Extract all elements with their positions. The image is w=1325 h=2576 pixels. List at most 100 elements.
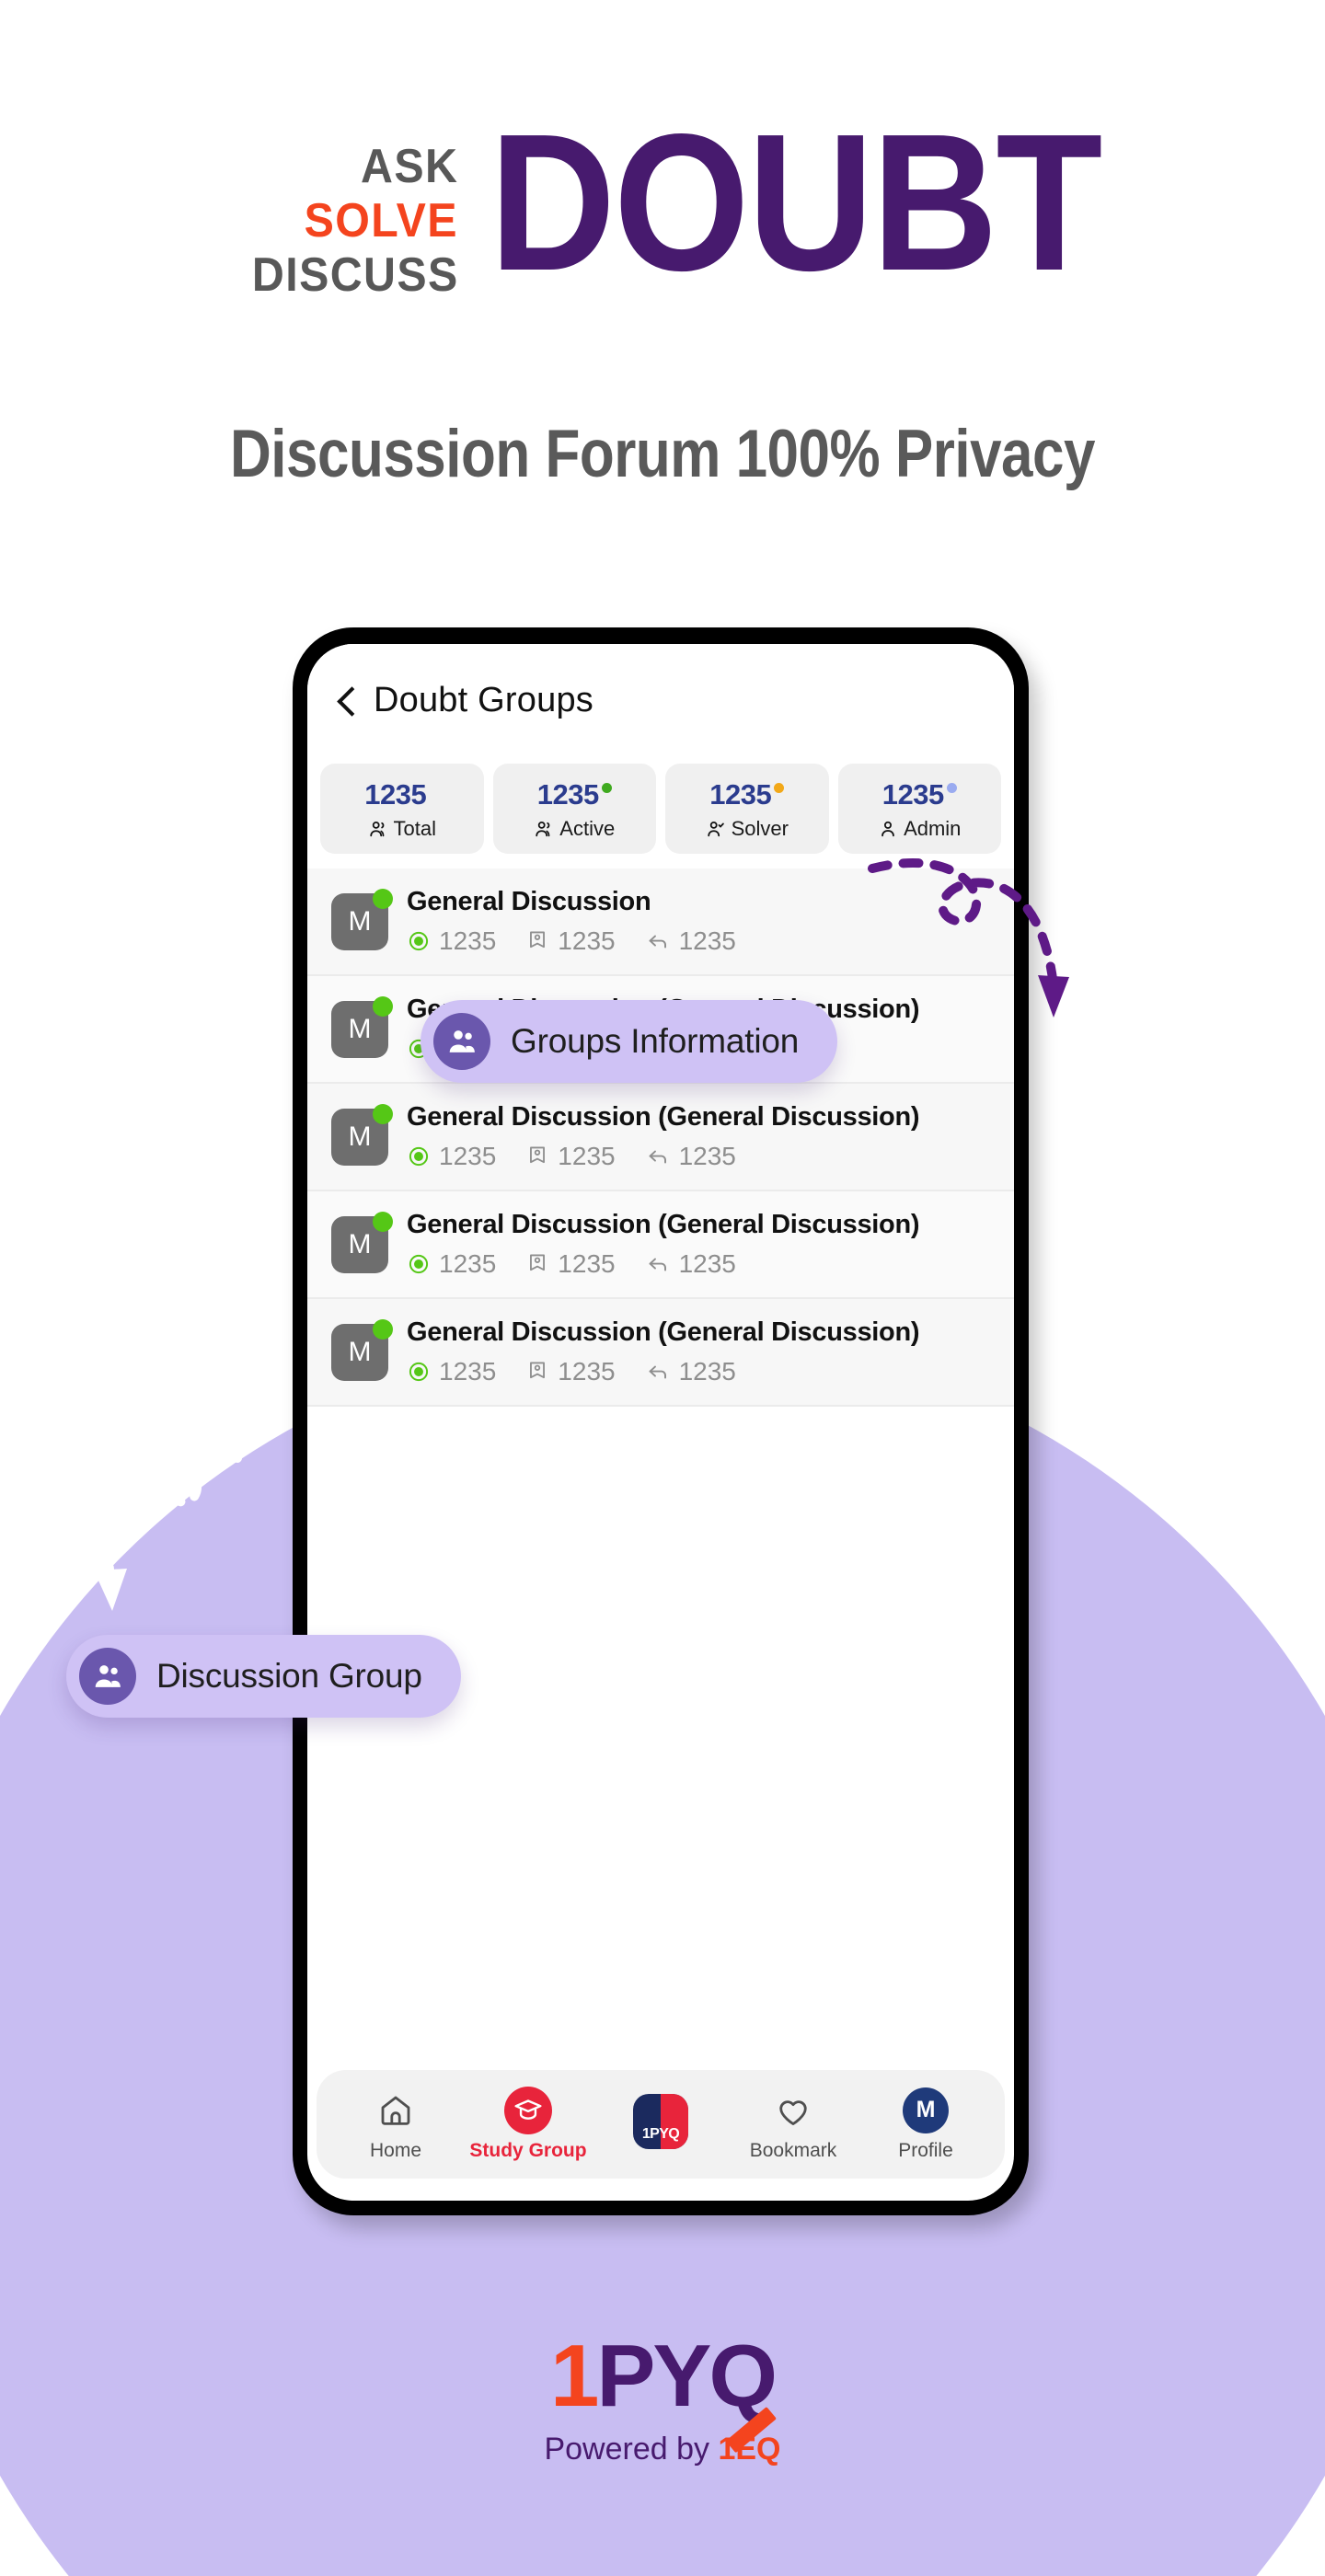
- member-count-value: 1235: [558, 1249, 616, 1278]
- powered-by-prefix: Powered by: [544, 2432, 719, 2467]
- list-empty-space: [307, 1407, 1014, 2070]
- stat-label: Active: [559, 817, 616, 840]
- users-icon: [433, 1013, 490, 1070]
- nav-item-profile[interactable]: M Profile: [859, 2087, 992, 2162]
- online-presence-dot: [373, 1318, 393, 1340]
- bottom-navigation: Home Study Group 1PYQ Bookmark M Profile: [317, 2070, 1005, 2179]
- app-bar: Doubt Groups: [307, 644, 1014, 756]
- group-title: General Discussion (General Discussion): [407, 1210, 920, 1239]
- row-main: General Discussion (General Discussion) …: [407, 1102, 990, 1171]
- table-row[interactable]: M General Discussion (General Discussion…: [307, 1299, 1014, 1407]
- stat-value-row: 1235: [326, 778, 478, 811]
- users-icon: [79, 1648, 136, 1705]
- reply-arrow-icon: [649, 935, 666, 949]
- callout-label: Groups Information: [511, 1022, 800, 1060]
- avatar-icon: M: [903, 2087, 949, 2133]
- member-badge-icon: [530, 1362, 546, 1379]
- avatar-wrap: M: [331, 1103, 393, 1166]
- reply-count-value: 1235: [678, 926, 736, 955]
- logo-pyq-text: PYQ: [596, 2332, 778, 2454]
- stat-card-total[interactable]: 1235 Total: [320, 764, 484, 854]
- nav-item-study-group[interactable]: Study Group: [462, 2086, 594, 2162]
- online-count: 1235: [407, 1249, 496, 1279]
- user-icon: [881, 821, 894, 837]
- users-icon: [369, 821, 384, 837]
- stat-card-active[interactable]: 1235 Active: [492, 764, 656, 854]
- callout-discussion-group[interactable]: Discussion Group: [66, 1635, 461, 1718]
- reply-count: 1235: [645, 926, 736, 956]
- group-meta: 1235 1235 1235: [407, 1142, 990, 1171]
- user-check-icon: [707, 821, 724, 837]
- chevron-left-icon[interactable]: [333, 688, 357, 712]
- avatar-wrap: M: [331, 995, 393, 1058]
- stat-label-row: Admin: [844, 817, 997, 841]
- headline-doubt: DOUBT: [490, 94, 1102, 312]
- status-dot: [774, 783, 785, 793]
- avatar-wrap: M: [331, 1211, 393, 1273]
- graduation-cap-icon: [504, 2086, 552, 2134]
- radio-dot-icon: [409, 1362, 429, 1382]
- stat-label: Admin: [904, 817, 962, 840]
- member-count-value: 1235: [558, 1142, 616, 1170]
- online-presence-dot: [373, 1211, 393, 1232]
- powered-by-line: Powered by 1EQ: [0, 2432, 1325, 2467]
- nav-label: Bookmark: [749, 2139, 837, 2161]
- online-count-value: 1235: [439, 1142, 497, 1170]
- footer-branding: 1 PYQ Powered by 1EQ: [0, 2332, 1325, 2467]
- dashed-arrow-left: [94, 1449, 242, 1611]
- member-badge-icon: [530, 1254, 546, 1271]
- stat-card-admin[interactable]: 1235 Admin: [837, 764, 1001, 854]
- group-title: General Discussion (General Discussion): [407, 1317, 920, 1347]
- avatar-wrap: M: [331, 888, 393, 950]
- page-title: Doubt Groups: [374, 680, 593, 719]
- headline-line-ask: ASK: [360, 140, 459, 193]
- stat-value: 1235: [881, 778, 944, 811]
- avatar-wrap: M: [331, 1318, 393, 1381]
- online-count: 1235: [407, 1142, 496, 1171]
- stat-value: 1235: [709, 778, 772, 811]
- stat-label-row: Solver: [671, 817, 824, 841]
- reply-arrow-icon: [649, 1258, 666, 1271]
- stat-label-row: Active: [499, 817, 651, 841]
- group-meta: 1235 1235 1235: [407, 1249, 990, 1279]
- group-meta: 1235 1235 1235: [407, 1357, 990, 1386]
- 1pyq-wordmark: 1 PYQ: [549, 2327, 778, 2454]
- stat-value: 1235: [536, 778, 599, 811]
- table-row[interactable]: M General Discussion (General Discussion…: [307, 1191, 1014, 1299]
- row-main: General Discussion (General Discussion) …: [407, 1317, 990, 1386]
- member-count: 1235: [525, 1357, 616, 1386]
- stat-label-row: Total: [326, 817, 478, 841]
- online-presence-dot: [373, 995, 393, 1017]
- radio-dot-icon: [409, 1146, 429, 1167]
- subheadline: Discussion Forum 100% Privacy: [229, 417, 1096, 492]
- stat-value-row: 1235: [671, 778, 824, 811]
- reply-count-value: 1235: [678, 1249, 736, 1278]
- member-badge-icon: [530, 931, 546, 949]
- 1pyq-logo-text: 1PYQ: [641, 2125, 680, 2142]
- stat-value-row: 1235: [844, 778, 997, 811]
- member-count: 1235: [525, 926, 616, 956]
- member-count-value: 1235: [558, 1357, 616, 1386]
- status-dot: [601, 783, 612, 793]
- logo-digit-one: 1: [549, 2327, 599, 2425]
- online-count-value: 1235: [439, 1249, 497, 1278]
- dashed-arrow-right: [868, 857, 1069, 1018]
- online-presence-dot: [373, 1103, 393, 1124]
- radio-dot-icon: [409, 1254, 429, 1274]
- stat-value-row: 1235: [499, 778, 651, 811]
- stat-card-solver[interactable]: 1235 Solver: [665, 764, 829, 854]
- headline-word-stack: ASK SOLVE DISCUSS: [236, 127, 459, 306]
- nav-item-bookmark[interactable]: Bookmark: [727, 2087, 859, 2162]
- promo-page: ASK SOLVE DISCUSS DOUBT Discussion Forum…: [0, 0, 1325, 2576]
- table-row[interactable]: M General Discussion (General Discussion…: [307, 1084, 1014, 1191]
- nav-item-home[interactable]: Home: [329, 2087, 462, 2162]
- callout-groups-information[interactable]: Groups Information: [421, 1000, 838, 1083]
- nav-item-1pyq-home[interactable]: 1PYQ: [594, 2093, 727, 2151]
- stat-label: Solver: [731, 817, 789, 840]
- reply-arrow-icon: [649, 1365, 666, 1379]
- online-count-value: 1235: [439, 1357, 497, 1386]
- member-count: 1235: [525, 1249, 616, 1279]
- stat-label: Total: [393, 817, 436, 840]
- reply-count-value: 1235: [678, 1357, 736, 1386]
- headline-line-solve: SOLVE: [304, 193, 459, 247]
